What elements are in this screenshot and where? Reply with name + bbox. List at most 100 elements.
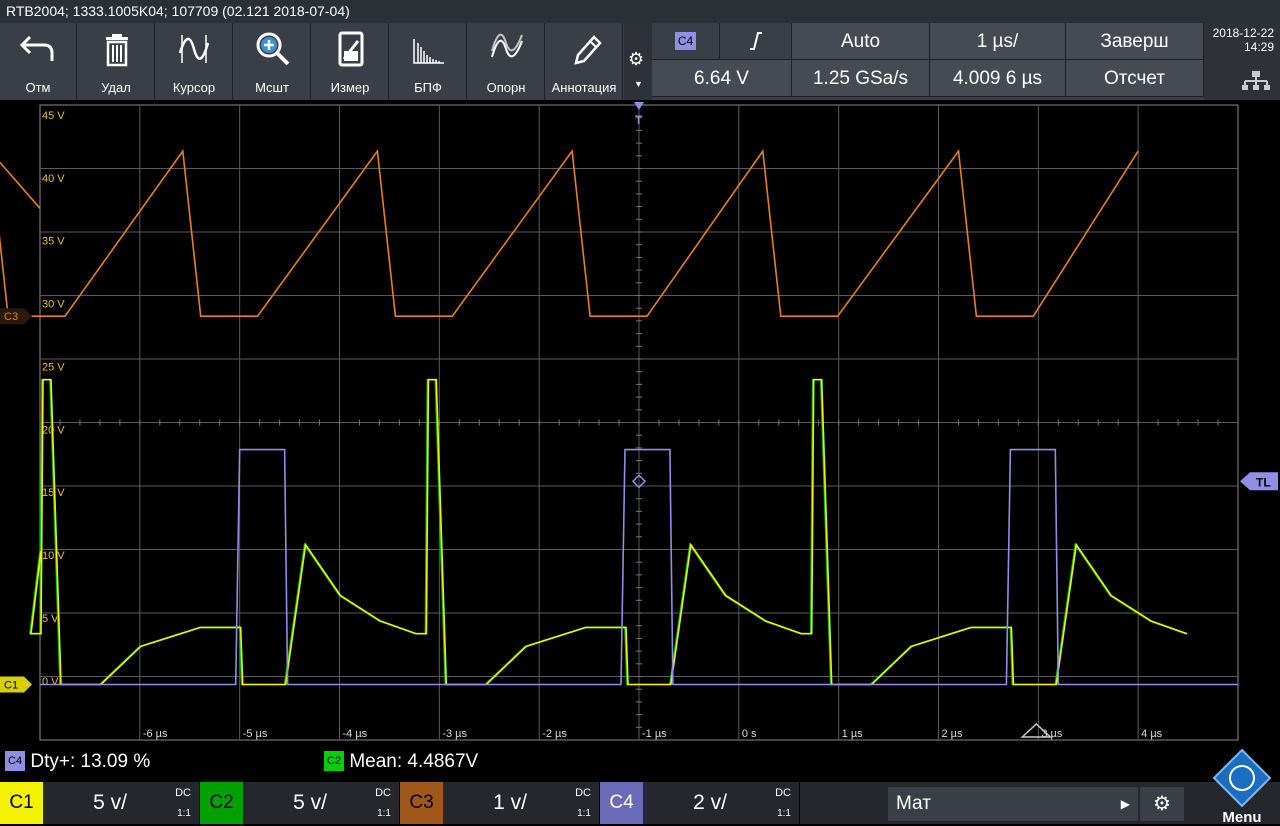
network-icon <box>1242 71 1270 90</box>
acquisition-state[interactable]: Заверш <box>1066 23 1204 60</box>
reference-icon <box>491 33 523 58</box>
toolbar-settings-button[interactable]: ⚙ ▼ <box>624 23 652 100</box>
zoom-button[interactable]: Мсшт <box>234 23 311 100</box>
c3-waveform <box>0 148 1139 317</box>
channel-3-scale: 1 v/ <box>493 791 527 814</box>
cursor-label: Курсор <box>172 80 216 95</box>
math-label: Мат <box>896 793 931 814</box>
reference-button[interactable]: Опорн <box>468 23 545 100</box>
pencil-icon <box>574 35 602 65</box>
measurement-duty[interactable]: C4 Dty+: 13.09 % <box>5 751 150 773</box>
zoom-icon <box>256 32 290 66</box>
x-axis-label: 3 µs <box>1041 728 1063 740</box>
fft-label: БПФ <box>414 80 442 95</box>
measure-icon <box>338 31 364 67</box>
gear-icon: ⚙ <box>1153 793 1171 815</box>
svg-text:TL: TL <box>1256 475 1271 489</box>
channel-1-settings[interactable]: C1 5 v/ DC 1:1 <box>0 782 200 824</box>
channel-4-scale: 2 v/ <box>693 791 727 814</box>
channel-2-coupling: DC <box>375 787 391 799</box>
x-axis-label: -3 µs <box>442 728 467 740</box>
y-axis-label: 20 V <box>42 424 65 436</box>
trash-icon <box>106 34 128 67</box>
y-axis-label: 45 V <box>42 110 65 122</box>
x-axis-label: 2 µs <box>942 728 964 740</box>
menu-label: Menu <box>1222 809 1262 826</box>
trigger-source[interactable]: C4 <box>652 23 720 60</box>
channel-2-ratio: 1:1 <box>377 808 391 819</box>
svg-text:C1: C1 <box>4 680 18 692</box>
sample-rate[interactable]: 1.25 GSa/s <box>792 60 930 97</box>
y-axis-label: 35 V <box>42 236 65 248</box>
math-button[interactable]: Мат ▶ <box>888 787 1138 821</box>
menu-button[interactable]: Menu <box>1204 744 1280 826</box>
undo-icon <box>19 35 54 61</box>
c1-waveform <box>30 378 1188 686</box>
c3-offset-marker[interactable]: C3 <box>0 308 32 325</box>
x-axis-label: 4 µs <box>1141 728 1163 740</box>
measure-button[interactable]: Измер <box>312 23 389 100</box>
acquisition-mode[interactable]: Отсчет <box>1066 60 1204 97</box>
trigger-position-marker: T <box>635 113 643 127</box>
play-icon: ▶ <box>1120 797 1130 811</box>
fft-icon <box>413 39 444 64</box>
time-text: 14:29 <box>1243 40 1274 54</box>
x-axis-label: -1 µs <box>642 728 667 740</box>
measurement-bar: C4 Dty+: 13.09 % C2 Mean: 4.4867V <box>0 746 1280 780</box>
measurement-duty-text: Dty+: 13.09 % <box>30 751 151 772</box>
channel-2-scale: 5 v/ <box>293 791 327 814</box>
trigger-level[interactable]: 6.64 V <box>652 60 792 97</box>
c1-offset-marker[interactable]: C1 <box>0 676 32 693</box>
horizontal-position[interactable]: 4.009 6 µs <box>930 60 1066 97</box>
channel-2-settings[interactable]: C2 5 v/ DC 1:1 <box>200 782 400 824</box>
channel-3-settings[interactable]: C3 1 v/ DC 1:1 <box>400 782 600 824</box>
waveform-canvas[interactable]: 45 V40 V35 V30 V25 V20 V15 V10 V5 V0 V-6… <box>0 100 1280 746</box>
trigger-mode[interactable]: Auto <box>792 23 930 60</box>
trigger-level-marker[interactable]: TL <box>1240 472 1278 491</box>
toolbar: Отм Удал Курсор Мсшт Измер БПФ Опорн Анн… <box>0 23 1280 100</box>
channel-4-ratio: 1:1 <box>777 808 791 819</box>
cursor-button[interactable]: Курсор <box>156 23 233 100</box>
datetime-panel: 2018-12-22 14:29 <box>1204 23 1280 100</box>
x-axis-label: -4 µs <box>343 728 368 740</box>
measurement-mean[interactable]: C2 Mean: 4.4867V <box>324 751 478 773</box>
channel-1-ratio: 1:1 <box>177 808 191 819</box>
channel-1-coupling: DC <box>175 787 191 799</box>
c2-waveform <box>29 378 1187 686</box>
channel-4-settings[interactable]: C4 2 v/ DC 1:1 <box>600 782 800 824</box>
cursor-icon <box>178 35 210 63</box>
annotation-label: Аннотация <box>551 80 617 95</box>
channel-bar: C1 5 v/ DC 1:1 C2 5 v/ DC 1:1 C3 1 v/ DC… <box>0 748 1280 826</box>
channel-settings-button[interactable]: ⚙ <box>1140 787 1184 821</box>
x-axis-label: -2 µs <box>542 728 567 740</box>
measure-label: Измер <box>330 80 370 95</box>
waveform-display[interactable]: 45 V 40 V 35 V 30 V 25 V 20 V 15 V 10 V5 V0 V -6… <box>0 100 1280 746</box>
title-bar: RTB2004; 1333.1005K04; 107709 (02.121 20… <box>0 0 1280 23</box>
measurement-mean-channel: C2 <box>324 751 345 771</box>
delete-button[interactable]: Удал <box>78 23 155 100</box>
channel-4-tag: C4 <box>600 782 643 824</box>
fft-button[interactable]: БПФ <box>390 23 467 100</box>
x-axis-label: -5 µs <box>243 728 268 740</box>
y-axis-label: 10 V <box>42 550 65 562</box>
y-axis-label: 25 V <box>42 361 65 373</box>
date-text: 2018-12-22 <box>1212 26 1274 40</box>
zoom-label: Мсшт <box>255 80 289 95</box>
y-axis-label: 40 V <box>42 173 65 185</box>
channel-2-tag: C2 <box>200 782 243 824</box>
undo-label: Отм <box>25 80 51 95</box>
trigger-slope-button[interactable] <box>720 23 792 60</box>
y-axis-label: 30 V <box>42 299 65 311</box>
undo-button[interactable]: Отм <box>0 23 77 100</box>
channel-4-coupling: DC <box>775 787 791 799</box>
delete-label: Удал <box>101 80 131 95</box>
channel-1-scale: 5 v/ <box>93 791 127 814</box>
y-axis-label: 5 V <box>42 613 59 625</box>
channel-3-coupling: DC <box>575 787 591 799</box>
chevron-down-icon: ▼ <box>634 79 643 89</box>
measurement-mean-text: Mean: 4.4867V <box>349 751 479 772</box>
rising-edge-icon <box>749 32 762 50</box>
timebase-scale[interactable]: 1 µs/ <box>930 23 1066 60</box>
channel-1-tag: C1 <box>0 782 43 824</box>
annotation-button[interactable]: Аннотация <box>546 23 623 100</box>
